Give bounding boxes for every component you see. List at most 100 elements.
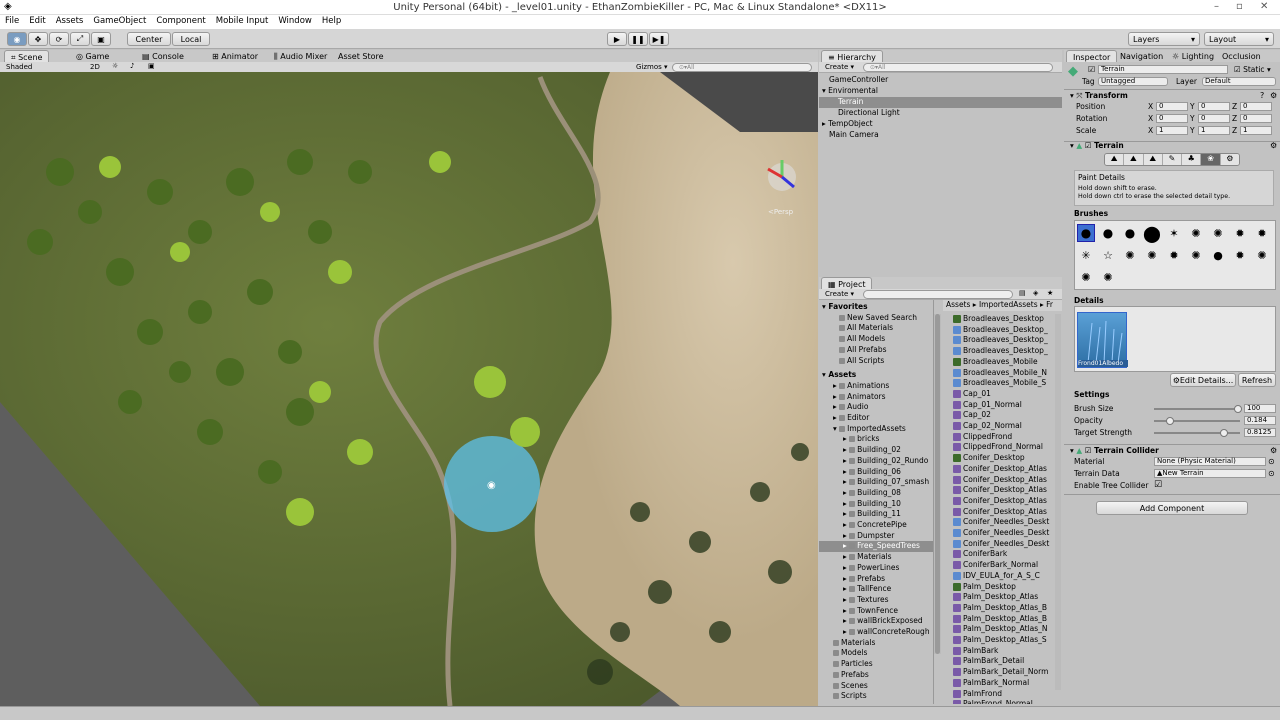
settings-gear-icon[interactable]: ⚙ (1270, 91, 1277, 100)
asset-item[interactable]: Conifer_Desktop_Atlas (943, 496, 1062, 507)
brush-swatch[interactable]: ✺ (1209, 224, 1227, 242)
scale-y-field[interactable]: 1 (1198, 126, 1230, 135)
asset-item[interactable]: PalmFrond_Normal (943, 699, 1062, 704)
asset-item[interactable]: Broadleaves_Desktop_ (943, 325, 1062, 336)
object-picker-icon[interactable]: ⊙ (1268, 457, 1275, 466)
target-strength-slider[interactable] (1154, 429, 1240, 437)
folder-item[interactable]: Prefabs (819, 670, 933, 681)
folder-item[interactable]: Materials (819, 638, 933, 649)
tag-dropdown[interactable]: Untagged (1098, 77, 1168, 86)
smooth-height-icon[interactable]: ⛰ (1143, 154, 1163, 165)
brush-swatch[interactable]: ✺ (1143, 246, 1161, 264)
view-tool-button[interactable]: ◉ (7, 32, 27, 46)
menu-mobile-input[interactable]: Mobile Input (211, 15, 274, 29)
folder-item[interactable]: ▸ Building_10 (819, 499, 933, 510)
object-name-field[interactable]: Terrain (1098, 65, 1228, 74)
brush-swatch[interactable]: ✹ (1253, 224, 1271, 242)
paint-height-icon[interactable]: ⛰ (1124, 154, 1144, 165)
folder-item[interactable]: Scenes (819, 681, 933, 692)
asset-item[interactable]: Broadleaves_Mobile (943, 357, 1062, 368)
project-search-input[interactable] (863, 290, 1013, 299)
layer-dropdown[interactable]: Default (1202, 77, 1276, 86)
move-tool-button[interactable]: ✥ (28, 32, 48, 46)
target-strength-field[interactable]: 0.8125 (1244, 428, 1276, 437)
favorite-item[interactable]: All Scripts (819, 356, 933, 367)
folder-item[interactable]: ▸ Building_02 (819, 445, 933, 456)
target-strength-slider-handle[interactable] (1219, 429, 1228, 437)
rotation-z-field[interactable]: 0 (1240, 114, 1272, 123)
refresh-button[interactable]: Refresh (1238, 373, 1276, 387)
help-icon[interactable]: ? (1260, 91, 1264, 100)
hierarchy-item-terrain[interactable]: Terrain (819, 97, 1062, 108)
asset-item[interactable]: Palm_Desktop_Atlas_N (943, 624, 1062, 635)
menu-gameobject[interactable]: GameObject (88, 15, 151, 29)
folder-item[interactable]: ▸ TownFence (819, 606, 933, 617)
brush-swatch[interactable]: ✺ (1253, 246, 1271, 264)
assets-header[interactable]: ▾ Assets (819, 370, 933, 381)
asset-item[interactable]: ClippedFrond (943, 432, 1062, 443)
folder-item[interactable]: ▸ Building_07_smash (819, 477, 933, 488)
menu-edit[interactable]: Edit (24, 15, 50, 29)
scene-search-input[interactable]: ⊙▾All (672, 63, 812, 72)
brush-size-slider-handle[interactable] (1234, 405, 1243, 413)
label-icon[interactable]: ◈ (1033, 289, 1038, 297)
folder-item[interactable]: ▸ Building_08 (819, 488, 933, 499)
maximize-button[interactable]: ▫ (1236, 1, 1243, 12)
asset-item[interactable]: Cap_02 (943, 410, 1062, 421)
star-icon[interactable]: ★ (1047, 289, 1053, 297)
scene-view[interactable]: ◉ <Persp (0, 72, 818, 706)
files-scrollbar[interactable] (1055, 314, 1061, 690)
folder-item[interactable]: ▸ TallFence (819, 584, 933, 595)
folder-item[interactable]: Scripts (819, 691, 933, 702)
layout-dropdown[interactable]: Layout ▾ (1204, 32, 1274, 46)
asset-item[interactable]: Conifer_Desktop_Atlas (943, 475, 1062, 486)
folder-item[interactable]: ▸ PowerLines (819, 563, 933, 574)
folder-item[interactable]: ▸ Building_06 (819, 467, 933, 478)
asset-item[interactable]: PalmBark_Detail_Norm (943, 667, 1062, 678)
menu-assets[interactable]: Assets (51, 15, 89, 29)
scale-tool-button[interactable]: ⤢ (70, 32, 90, 46)
brush-swatch[interactable]: ✺ (1099, 268, 1117, 286)
asset-item[interactable]: Palm_Desktop_Atlas_B (943, 603, 1062, 614)
brush-swatch[interactable]: ✹ (1165, 246, 1183, 264)
asset-item[interactable]: PalmBark_Detail (943, 656, 1062, 667)
asset-item[interactable]: Cap_01 (943, 389, 1062, 400)
folder-item[interactable]: Particles (819, 659, 933, 670)
folder-item[interactable]: ▸ wallBrickExposed (819, 616, 933, 627)
folder-item[interactable]: ▸ Animators (819, 392, 933, 403)
static-checkbox[interactable]: ☑ Static ▾ (1234, 65, 1271, 74)
layers-dropdown[interactable]: Layers ▾ (1128, 32, 1200, 46)
favorite-item[interactable]: All Prefabs (819, 345, 933, 356)
rect-tool-button[interactable]: ▣ (91, 32, 111, 46)
favorites-header[interactable]: ▾ Favorites (819, 302, 933, 313)
paint-texture-icon[interactable]: ✎ (1162, 154, 1183, 165)
asset-item[interactable]: Conifer_Needles_Deskt (943, 539, 1062, 550)
shading-dropdown[interactable]: Shaded (6, 63, 32, 71)
brush-swatch[interactable]: ☆ (1099, 246, 1117, 264)
hierarchy-item-directional-light[interactable]: Directional Light (819, 108, 1062, 119)
menu-help[interactable]: Help (317, 15, 346, 29)
raise-terrain-icon[interactable]: ⛰ (1105, 154, 1125, 165)
brush-swatch[interactable]: ✺ (1187, 224, 1205, 242)
object-picker-icon[interactable]: ⊙ (1268, 469, 1275, 478)
asset-item[interactable]: IDV_EULA_for_A_S_C (943, 571, 1062, 582)
terrain-settings-icon[interactable]: ⚙ (1220, 154, 1239, 165)
folder-item[interactable]: ▸ Editor (819, 413, 933, 424)
folder-item[interactable]: ▸ Animations (819, 381, 933, 392)
scale-z-field[interactable]: 1 (1240, 126, 1272, 135)
asset-item[interactable]: Broadleaves_Desktop (943, 314, 1062, 325)
menu-component[interactable]: Component (151, 15, 210, 29)
brush-swatch[interactable]: ✶ (1165, 224, 1183, 242)
rotation-y-field[interactable]: 0 (1198, 114, 1230, 123)
mode-2d-toggle[interactable]: 2D (90, 63, 100, 71)
menu-window[interactable]: Window (273, 15, 317, 29)
settings-gear-icon[interactable]: ⚙ (1270, 141, 1277, 150)
asset-item[interactable]: Broadleaves_Desktop_ (943, 335, 1062, 346)
close-button[interactable]: ✕ (1260, 1, 1268, 12)
brush-size-slider[interactable] (1154, 405, 1243, 413)
brush-swatch[interactable]: ● (1077, 224, 1095, 242)
brush-size-field[interactable]: 100 (1244, 404, 1276, 413)
filter-icon[interactable]: ▤ (1019, 289, 1026, 297)
opacity-slider-handle[interactable] (1165, 417, 1174, 425)
lighting-icon[interactable]: ☼ (112, 62, 118, 70)
